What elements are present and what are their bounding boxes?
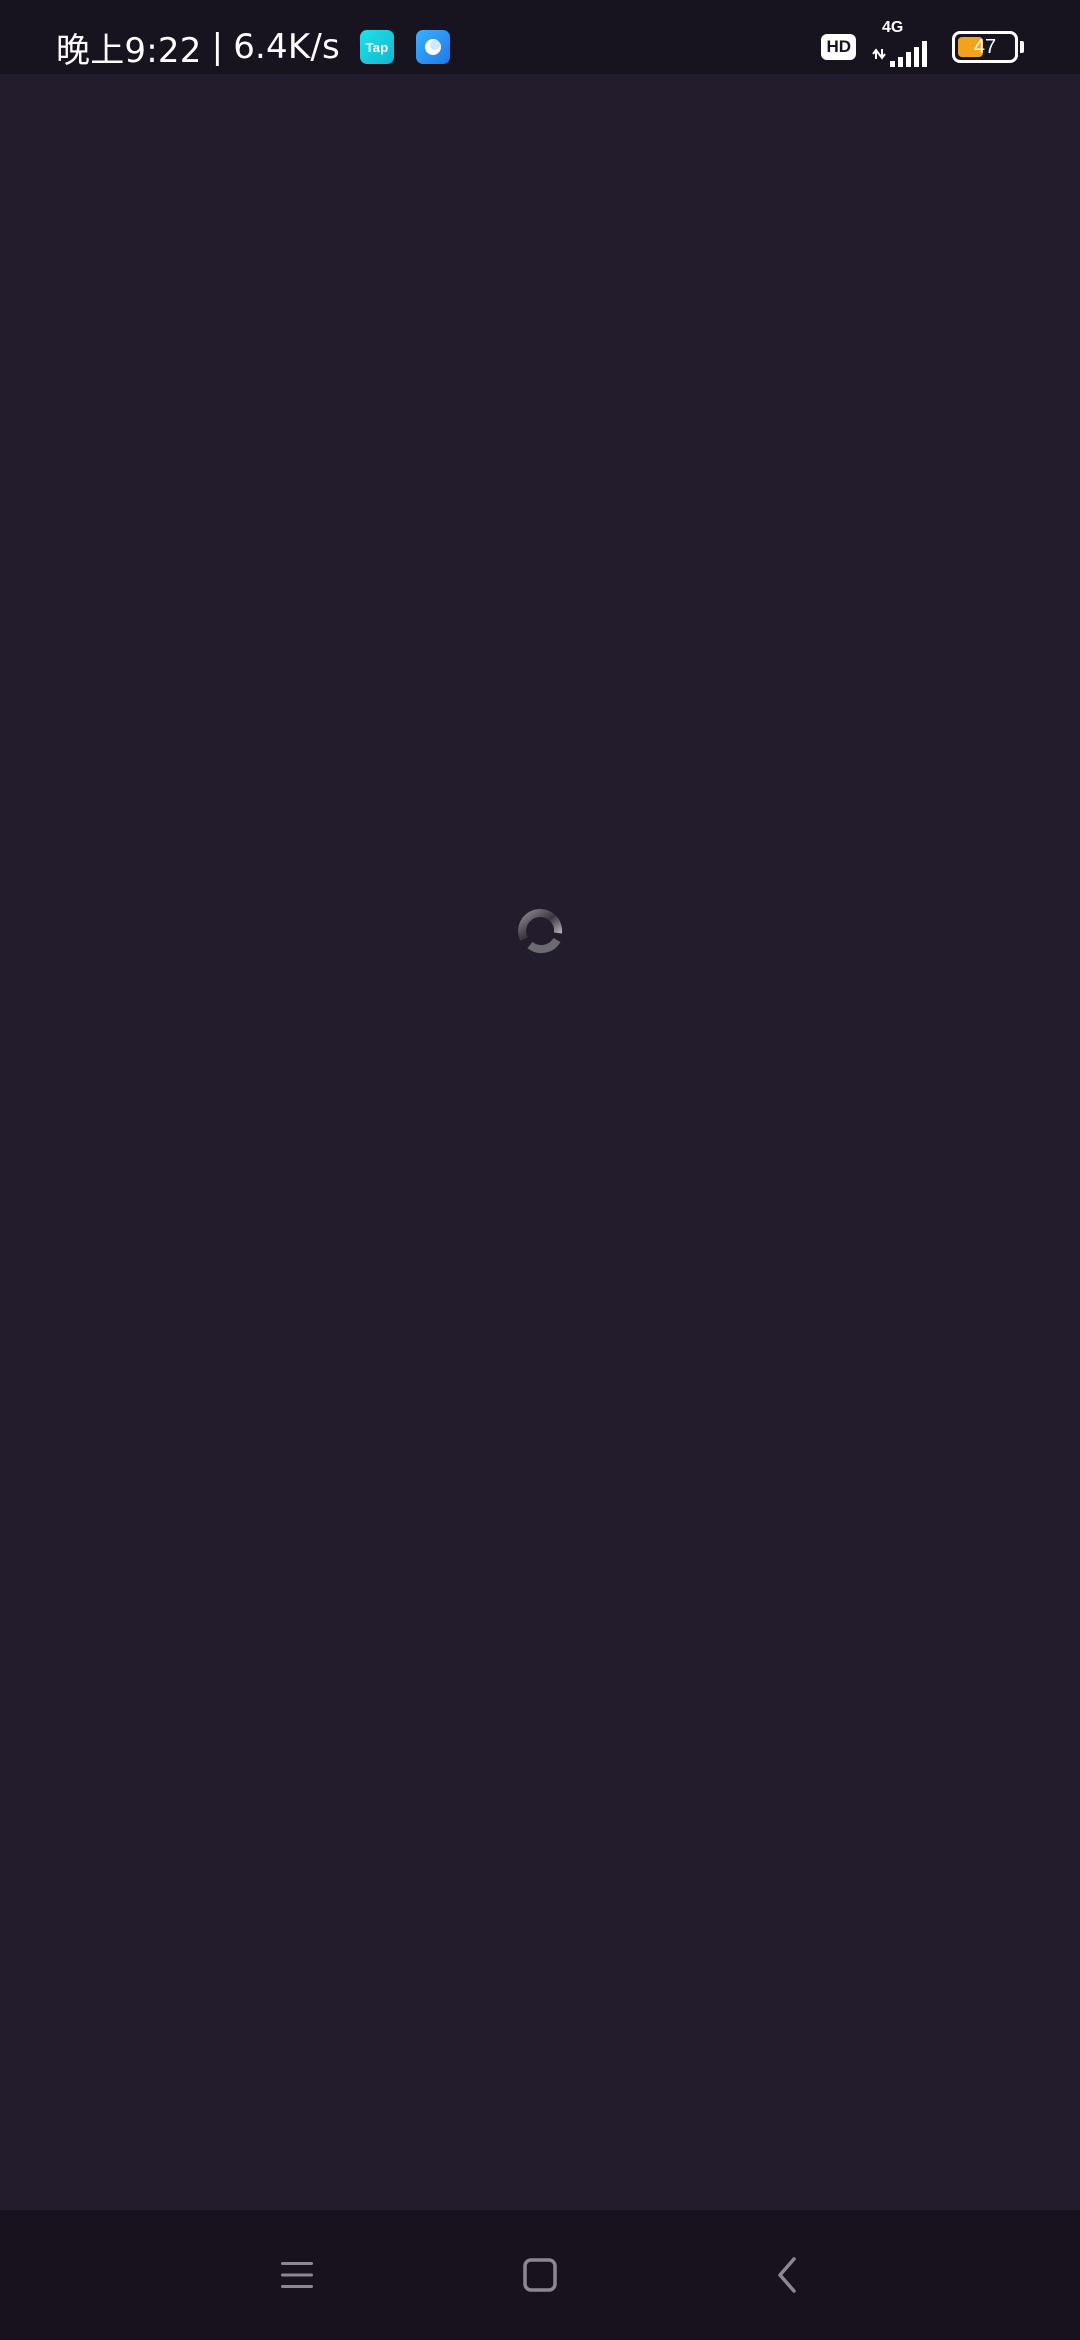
- status-time: 晚上9:22: [56, 30, 202, 71]
- hd-voice-icon: HD: [821, 34, 856, 60]
- app-screen: 晚上9:22 | 6.4K/s Tap HD 4G 47: [0, 0, 1080, 2340]
- status-separator: |: [211, 27, 224, 67]
- tap-icon-label: Tap: [365, 39, 389, 55]
- cellular-signal-icon: 4G: [872, 19, 936, 69]
- network-speed: 6.4K/s: [233, 27, 340, 67]
- loading-spinner-icon: [510, 900, 570, 960]
- spinner-ring: [518, 909, 563, 953]
- battery-icon: 47: [952, 31, 1024, 63]
- navigation-bar: [0, 2210, 1080, 2340]
- menu-button[interactable]: [265, 2243, 329, 2307]
- chat-bubble-app-icon: [415, 30, 450, 64]
- taptap-app-icon: Tap: [359, 30, 394, 64]
- home-icon: [523, 2258, 557, 2292]
- status-right: HD 4G 47: [821, 0, 1024, 94]
- battery-level: 47: [973, 35, 997, 58]
- chat-bubble-glyph: [424, 39, 441, 55]
- home-button[interactable]: [508, 2243, 572, 2307]
- status-bar: 晚上9:22 | 6.4K/s Tap HD 4G 47: [0, 0, 1080, 74]
- menu-icon: [281, 2262, 313, 2288]
- back-button[interactable]: [755, 2243, 819, 2307]
- signal-bars-icon: [872, 41, 927, 67]
- status-left: 晚上9:22 | 6.4K/s Tap: [56, 0, 464, 94]
- back-icon: [778, 2257, 796, 2293]
